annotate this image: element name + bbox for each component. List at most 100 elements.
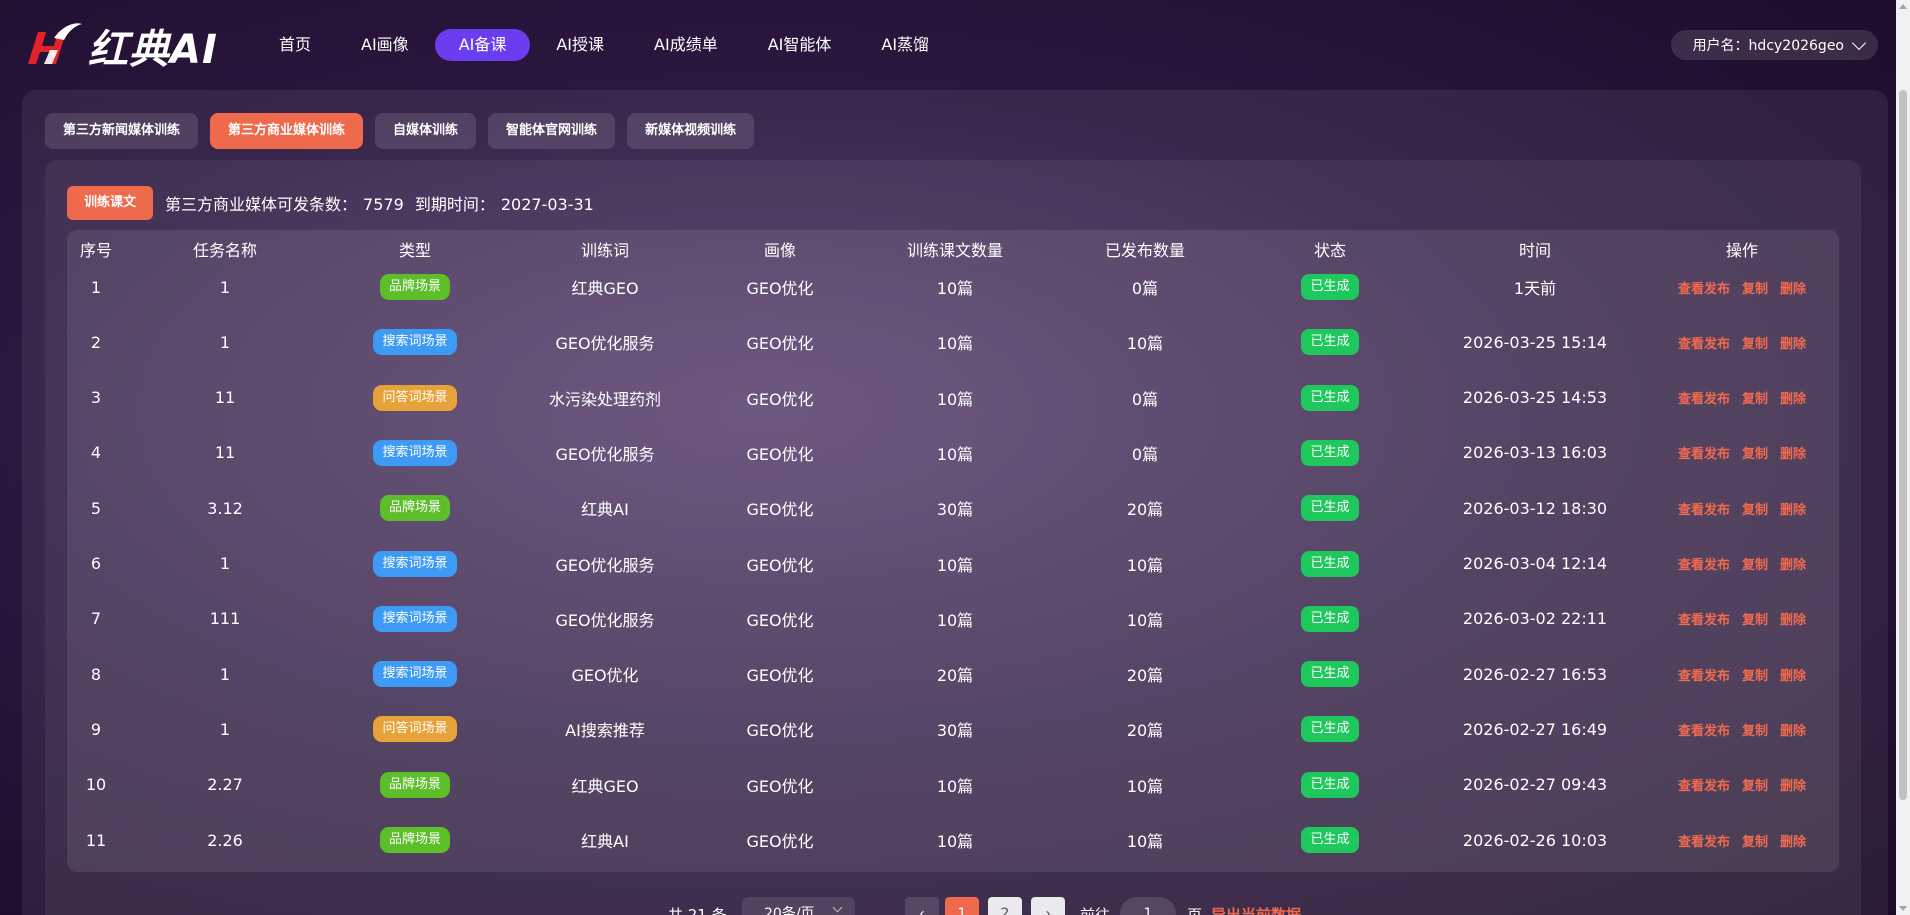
delete-link[interactable]: 删除 — [1780, 831, 1806, 850]
status-cell: 已生成 — [1235, 439, 1425, 466]
table-cell: 30篇 — [936, 721, 974, 741]
table-cell: 2026-03-02 22:11 — [1462, 609, 1608, 629]
nav-item[interactable]: AI成绩单 — [630, 29, 742, 61]
view-publish-link[interactable]: 查看发布 — [1678, 554, 1730, 573]
type-cell: 品牌场景 — [325, 827, 505, 853]
status-cell: 已生成 — [1235, 716, 1425, 743]
nav-item[interactable]: AI备课 — [434, 29, 531, 61]
training-course-button[interactable]: 训练课文 — [67, 186, 154, 220]
copy-link[interactable]: 复制 — [1742, 443, 1768, 462]
delete-link[interactable]: 删除 — [1780, 388, 1806, 407]
delete-link[interactable]: 删除 — [1780, 720, 1806, 739]
page: 红典AI 首页 AI画像 AI备课 AI授课 AI成绩单 AI智能体 AI蒸馏 用户名：hd… — [0, 0, 1910, 915]
prev-page-button[interactable]: ‹ — [905, 897, 939, 915]
status-cell: 已生成 — [1235, 661, 1425, 688]
column-header: 画像 — [763, 241, 796, 260]
row-actions: 查看发布 复制 删除 — [1645, 333, 1839, 352]
view-publish-link[interactable]: 查看发布 — [1678, 775, 1730, 794]
table-cell: 1 — [90, 277, 102, 297]
table-cell: 水污染处理药剂 — [548, 389, 661, 409]
nav-item[interactable]: AI画像 — [337, 29, 433, 61]
table-cell: 20篇 — [1126, 500, 1164, 520]
table-cell: 10篇 — [936, 555, 974, 575]
page-scrollbar[interactable] — [1896, 0, 1910, 915]
view-publish-link[interactable]: 查看发布 — [1678, 278, 1730, 297]
delete-link[interactable]: 删除 — [1780, 499, 1806, 518]
copy-link[interactable]: 复制 — [1742, 278, 1768, 297]
table-row: 4 11 搜索词场景 GEO优化服务 GEO优化 10篇 0篇 已生成 2026-03-13 1… — [67, 434, 1839, 472]
goto-page-input[interactable]: 1 — [1120, 897, 1176, 915]
copy-link[interactable]: 复制 — [1742, 831, 1768, 850]
type-cell: 搜索词场景 — [325, 661, 505, 688]
delete-link[interactable]: 删除 — [1780, 554, 1806, 573]
delete-link[interactable]: 删除 — [1780, 278, 1806, 297]
view-publish-link[interactable]: 查看发布 — [1678, 720, 1730, 739]
user-menu[interactable]: 用户名：hdcy2026geo — [1670, 30, 1878, 60]
view-publish-link[interactable]: 查看发布 — [1678, 665, 1730, 684]
table-cell: 2026-03-12 18:30 — [1462, 498, 1608, 518]
scroll-thumb[interactable] — [1899, 90, 1907, 800]
table-row: 11 2.26 品牌场景 红典AI GEO优化 10篇 10篇 已生成 2026-02-26 1… — [67, 821, 1839, 859]
copy-link[interactable]: 复制 — [1742, 333, 1768, 352]
copy-link[interactable]: 复制 — [1742, 554, 1768, 573]
table-cell: 10篇 — [936, 334, 974, 354]
view-publish-link[interactable]: 查看发布 — [1678, 499, 1730, 518]
table-cell: 5 — [90, 498, 102, 518]
training-tab[interactable]: 第三方商业媒体训练 — [210, 113, 364, 149]
table-cell: 2026-03-13 16:03 — [1462, 443, 1608, 463]
training-tab[interactable]: 新媒体视频训练 — [627, 113, 755, 149]
table-cell: 30篇 — [936, 500, 974, 520]
table-cell: 111 — [209, 609, 241, 629]
copy-link[interactable]: 复制 — [1742, 499, 1768, 518]
table-cell: 11 — [214, 388, 236, 408]
training-tab[interactable]: 自媒体训练 — [375, 113, 477, 149]
table-row: 9 1 问答词场景 AI搜索推荐 GEO优化 30篇 20篇 已生成 2026-02-27 16… — [67, 710, 1839, 748]
copy-link[interactable]: 复制 — [1742, 775, 1768, 794]
delete-link[interactable]: 删除 — [1780, 333, 1806, 352]
nav-item[interactable]: AI授课 — [532, 29, 628, 61]
view-publish-link[interactable]: 查看发布 — [1678, 831, 1730, 850]
table-cell: 2026-02-26 10:03 — [1462, 830, 1608, 850]
nav-item[interactable]: AI蒸馏 — [857, 29, 953, 61]
page-size-select[interactable]: 20条/页 — [742, 897, 855, 915]
table-cell: GEO优化 — [746, 279, 814, 298]
table-cell: 10篇 — [1126, 334, 1164, 354]
column-header: 状态 — [1313, 241, 1346, 260]
brand-logo[interactable]: 红典AI — [24, 20, 218, 73]
scroll-down-icon[interactable] — [1899, 906, 1907, 911]
next-page-button[interactable]: › — [1031, 897, 1065, 915]
export-data-link[interactable]: 导出当前数据 — [1211, 904, 1301, 915]
row-actions: 查看发布 复制 删除 — [1645, 720, 1839, 739]
view-publish-link[interactable]: 查看发布 — [1678, 443, 1730, 462]
training-tab[interactable]: 第三方新闻媒体训练 — [45, 113, 199, 149]
status-cell: 已生成 — [1235, 605, 1425, 632]
scroll-up-icon[interactable] — [1899, 4, 1907, 9]
table-cell: 2.26 — [207, 830, 243, 850]
view-publish-link[interactable]: 查看发布 — [1678, 609, 1730, 628]
logo-text: 红典AI — [88, 27, 218, 73]
table-row: 1 1 品牌场景 红典GEO GEO优化 10篇 0篇 已生成 1天前 查看发布 复制 删除 — [67, 268, 1839, 306]
delete-link[interactable]: 删除 — [1780, 609, 1806, 628]
copy-link[interactable]: 复制 — [1742, 388, 1768, 407]
page-1-button[interactable]: 1 — [945, 897, 979, 915]
view-publish-link[interactable]: 查看发布 — [1678, 388, 1730, 407]
copy-link[interactable]: 复制 — [1742, 609, 1768, 628]
nav-item[interactable]: AI智能体 — [744, 29, 856, 61]
nav-item[interactable]: 首页 — [255, 29, 335, 61]
copy-link[interactable]: 复制 — [1742, 665, 1768, 684]
table-row: 3 11 问答词场景 水污染处理药剂 GEO优化 10篇 0篇 已生成 2026-03-25 1… — [67, 379, 1839, 417]
training-tab[interactable]: 智能体官网训练 — [488, 113, 616, 149]
copy-link[interactable]: 复制 — [1742, 720, 1768, 739]
page-2-button[interactable]: 2 — [988, 897, 1022, 915]
table-cell: 10篇 — [936, 832, 974, 851]
page-size-value: 20条/页 — [764, 906, 815, 915]
delete-link[interactable]: 删除 — [1780, 665, 1806, 684]
delete-link[interactable]: 删除 — [1780, 443, 1806, 462]
type-tag: 搜索词场景 — [373, 329, 457, 356]
table-cell: 红典GEO — [571, 776, 639, 796]
status-badge: 已生成 — [1301, 550, 1359, 577]
status-cell: 已生成 — [1235, 827, 1425, 853]
delete-link[interactable]: 删除 — [1780, 775, 1806, 794]
row-actions: 查看发布 复制 删除 — [1645, 775, 1839, 794]
view-publish-link[interactable]: 查看发布 — [1678, 333, 1730, 352]
